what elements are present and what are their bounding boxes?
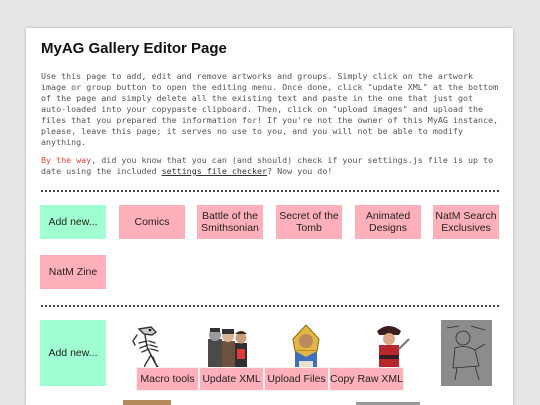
tip-lead: By the way — [41, 155, 92, 165]
macro-tools-button[interactable]: Macro tools — [136, 367, 199, 391]
tip-text: By the way, did you know that you can (a… — [41, 155, 503, 177]
group-button-comics[interactable]: Comics — [119, 205, 185, 239]
group-button-secret-of-the-tomb[interactable]: Secret of the Tomb — [276, 205, 342, 239]
pencil-sketch-artwork[interactable] — [441, 320, 492, 386]
settings-checker-link[interactable]: settings file checker — [162, 166, 268, 176]
intro-text: Use this page to add, edit and remove ar… — [41, 71, 499, 147]
group-button-animated-designs[interactable]: Animated Designs — [355, 205, 421, 239]
group-button-natm-zine[interactable]: NatM Zine — [40, 255, 106, 289]
copy-raw-xml-button[interactable]: Copy Raw XML — [329, 367, 404, 391]
add-artwork-button[interactable]: Add new... — [40, 320, 106, 386]
group-button-battle-of-the-smithsonian[interactable]: Battle of the Smithsonian — [197, 205, 263, 239]
tip-body-2: ? Now you do! — [267, 166, 333, 176]
section-divider — [41, 305, 499, 307]
group-button-natm-search-exclusives[interactable]: NatM Search Exclusives — [433, 205, 499, 239]
section-divider — [41, 190, 499, 192]
update-xml-button[interactable]: Update XML — [199, 367, 264, 391]
upload-files-button[interactable]: Upload Files — [264, 367, 329, 391]
editor-page: MyAG Gallery Editor Page Use this page t… — [26, 28, 513, 405]
page-title: MyAG Gallery Editor Page — [41, 40, 227, 57]
add-group-button[interactable]: Add new... — [40, 205, 106, 239]
artwork-thumbnail-partial[interactable] — [123, 400, 171, 405]
